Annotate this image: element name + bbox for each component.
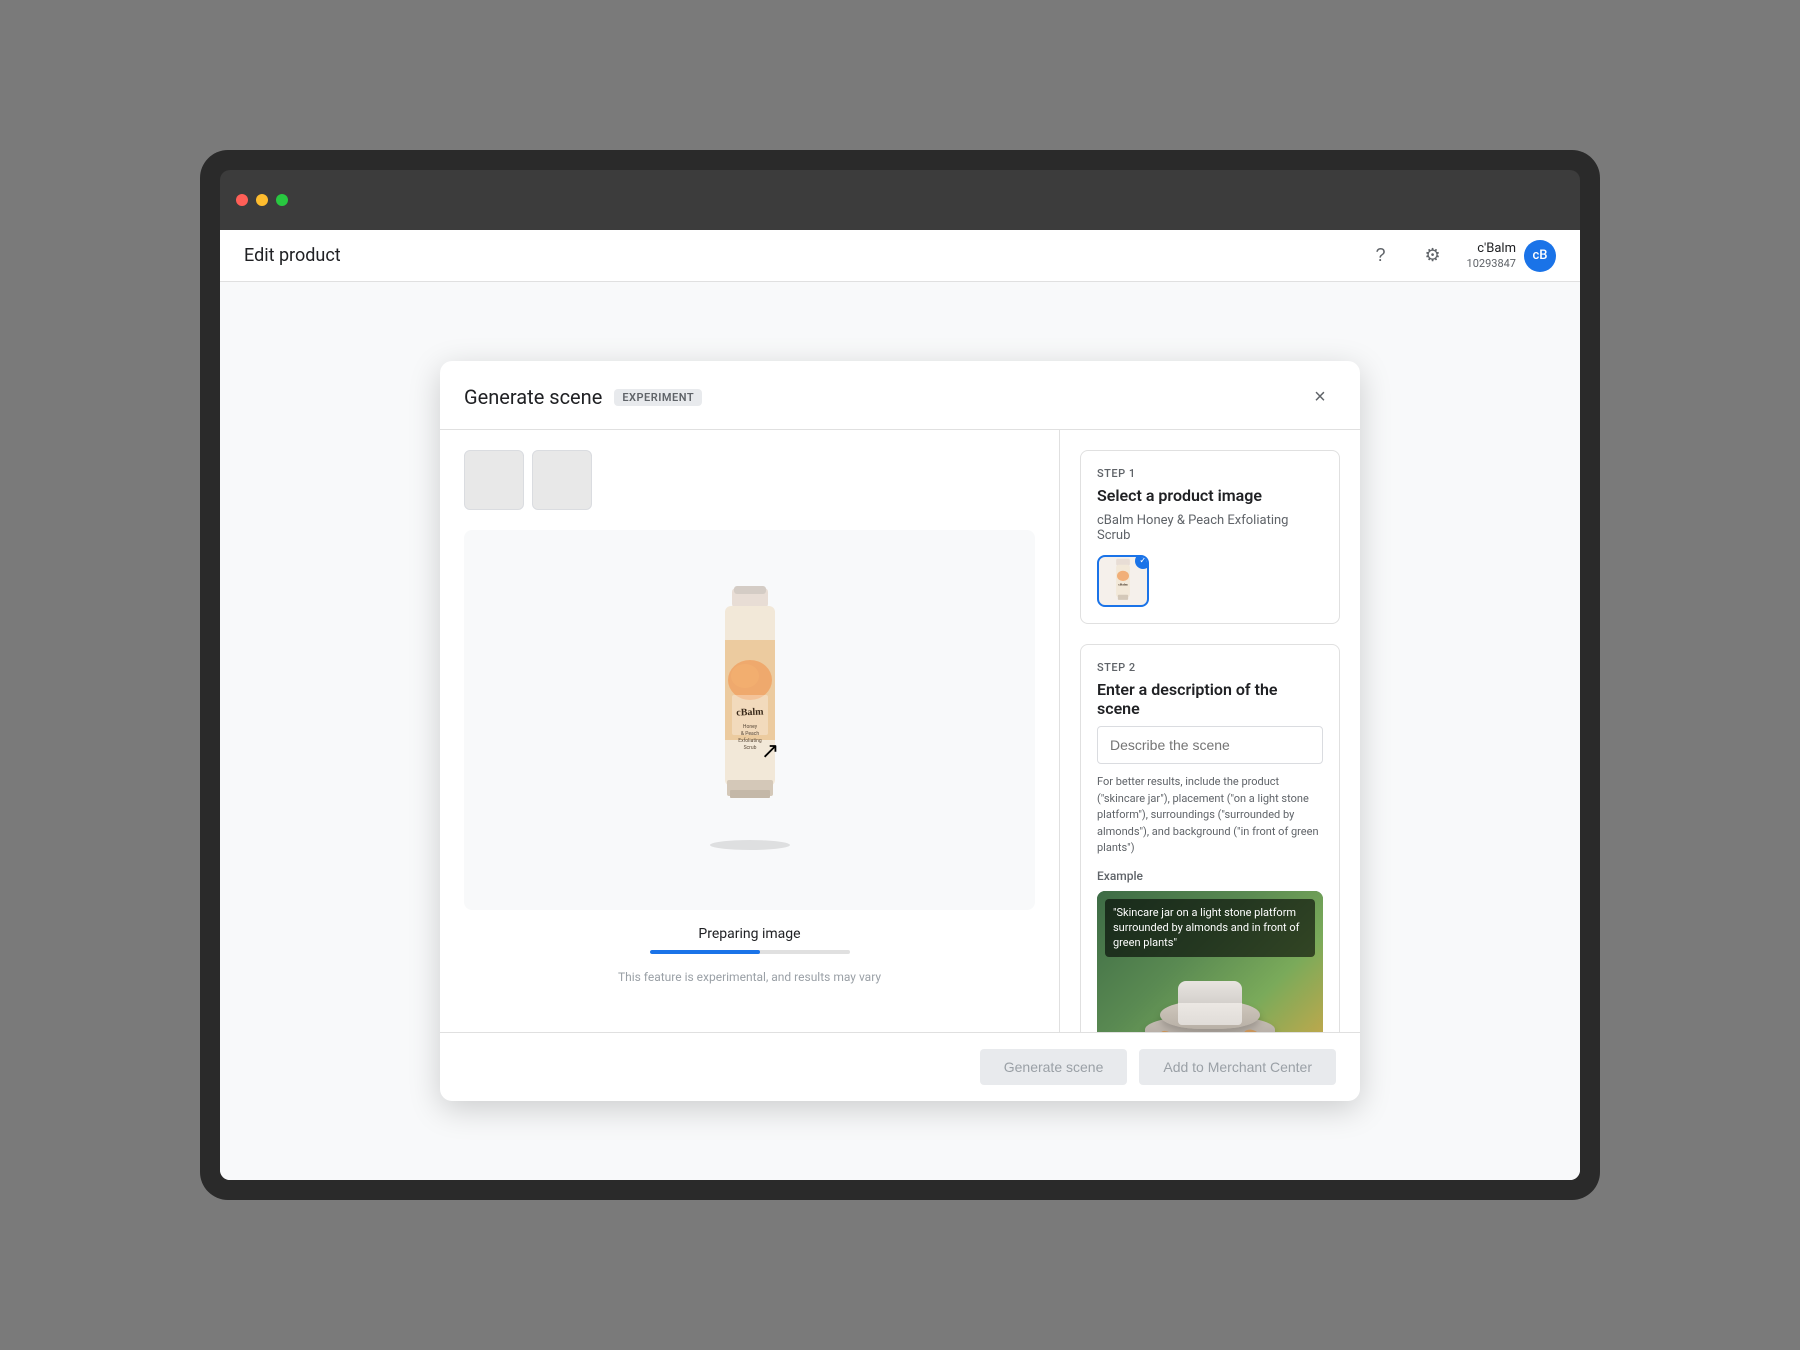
close-button[interactable]: ×: [1304, 381, 1336, 413]
settings-button[interactable]: ⚙: [1415, 238, 1451, 274]
step2-title: Enter a description of the scene: [1097, 680, 1323, 718]
product-tube-container: cBalm Honey & Peach Exfoliating Scrub ↗: [464, 530, 1035, 910]
product-image-area: cBalm Honey & Peach Exfoliating Scrub ↗: [464, 530, 1035, 910]
svg-text:cBalm: cBalm: [736, 707, 764, 719]
modal-title: Generate scene: [464, 385, 602, 409]
preparing-row: Preparing image: [464, 926, 1035, 954]
browser-dot-maximize[interactable]: [276, 194, 288, 206]
progress-bar-track: [650, 950, 850, 954]
modal-title-row: Generate scene EXPERIMENT: [464, 385, 702, 409]
product-thumbnail[interactable]: cBalm ✓: [1097, 555, 1149, 607]
selected-checkmark: ✓: [1135, 555, 1149, 569]
page-title: Edit product: [244, 245, 341, 266]
page-content: Generate scene EXPERIMENT ×: [220, 282, 1580, 1180]
example-caption: "Skincare jar on a light stone platform …: [1105, 899, 1315, 957]
product-tube-svg: cBalm Honey & Peach Exfoliating Scrub: [690, 580, 810, 860]
add-to-merchant-button[interactable]: Add to Merchant Center: [1139, 1049, 1336, 1085]
modal-body: cBalm Honey & Peach Exfoliating Scrub ↗: [440, 430, 1360, 1032]
modal-footer: Generate scene Add to Merchant Center: [440, 1032, 1360, 1101]
right-panel: STEP 1 Select a product image cBalm Hone…: [1060, 430, 1360, 1032]
generate-scene-modal: Generate scene EXPERIMENT ×: [440, 361, 1360, 1101]
device-frame: Edit product ? ⚙ c'Balm 10293847 cB: [200, 150, 1600, 1200]
example-image-container: "Skincare jar on a light stone platform …: [1097, 891, 1323, 1033]
help-icon: ?: [1376, 245, 1386, 266]
progress-bar-fill: [650, 950, 760, 954]
user-info: c'Balm 10293847 cB: [1467, 240, 1556, 272]
step1-section: STEP 1 Select a product image cBalm Hone…: [1080, 450, 1340, 624]
product-thumb-2[interactable]: [532, 450, 592, 510]
preparing-text: Preparing image: [698, 926, 800, 942]
user-name: c'Balm: [1467, 241, 1516, 257]
tube-shadow: [710, 840, 790, 850]
close-icon: ×: [1314, 386, 1326, 409]
experimental-note: This feature is experimental, and result…: [464, 970, 1035, 984]
generate-scene-button[interactable]: Generate scene: [980, 1049, 1128, 1085]
svg-text:& Peach: & Peach: [740, 731, 758, 737]
svg-text:cBalm: cBalm: [1118, 582, 1127, 586]
browser-dot-minimize[interactable]: [256, 194, 268, 206]
scene-hint-text: For better results, include the product …: [1097, 774, 1323, 857]
top-bar-right: ? ⚙ c'Balm 10293847 cB: [1363, 238, 1556, 274]
browser-chrome: [220, 170, 1580, 230]
step1-label: STEP 1: [1097, 467, 1323, 480]
svg-text:Honey: Honey: [742, 724, 757, 730]
svg-text:Scrub: Scrub: [743, 745, 756, 751]
example-label: Example: [1097, 869, 1323, 883]
left-panel: cBalm Honey & Peach Exfoliating Scrub ↗: [440, 430, 1060, 1032]
product-thumb-1[interactable]: [464, 450, 524, 510]
jar-lid: [1178, 981, 1242, 1003]
step2-label: STEP 2: [1097, 661, 1323, 674]
gear-icon: ⚙: [1424, 245, 1440, 266]
top-bar: Edit product ? ⚙ c'Balm 10293847 cB: [220, 230, 1580, 282]
experiment-badge: EXPERIMENT: [614, 389, 702, 406]
step1-product-name: cBalm Honey & Peach Exfoliating Scrub: [1097, 513, 1323, 543]
browser-dot-close[interactable]: [236, 194, 248, 206]
help-button[interactable]: ?: [1363, 238, 1399, 274]
modal-header: Generate scene EXPERIMENT ×: [440, 361, 1360, 430]
svg-text:Exfoliating: Exfoliating: [738, 737, 762, 744]
step1-title: Select a product image: [1097, 486, 1323, 505]
user-id: 10293847: [1467, 257, 1516, 270]
step2-section: STEP 2 Enter a description of the scene …: [1080, 644, 1340, 1032]
avatar[interactable]: cB: [1524, 240, 1556, 272]
scene-description-input[interactable]: [1097, 726, 1323, 764]
browser-content: Edit product ? ⚙ c'Balm 10293847 cB: [220, 230, 1580, 1180]
